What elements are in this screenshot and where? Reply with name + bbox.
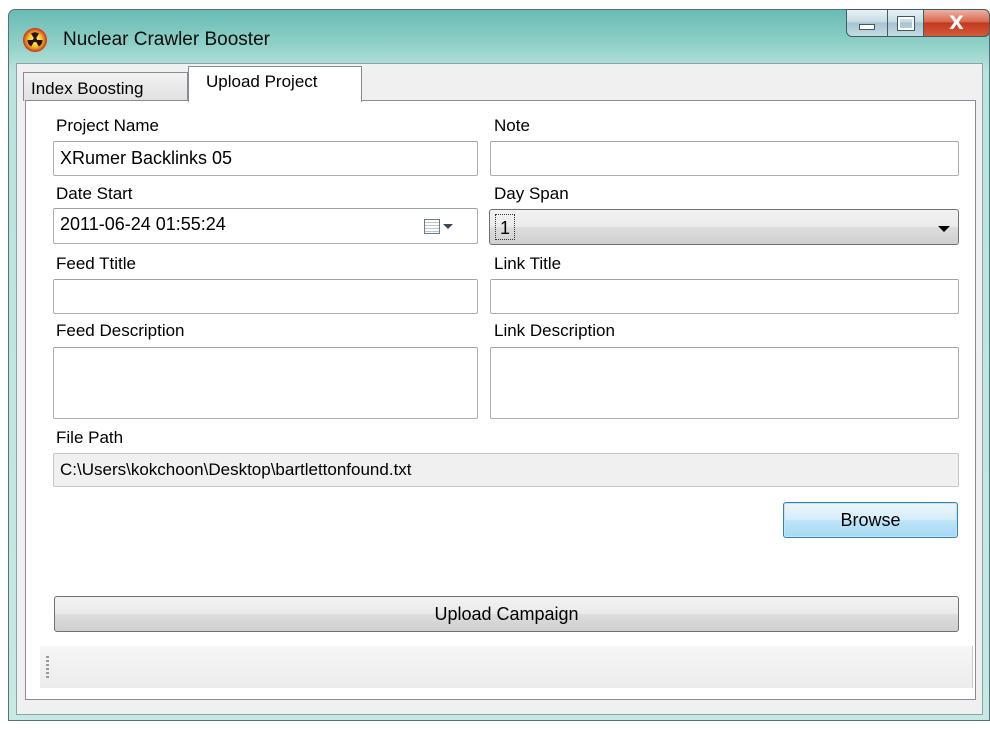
grip-handle-icon[interactable]: [46, 656, 49, 678]
project-name-label: Project Name: [56, 116, 159, 135]
day-span-value: 1: [495, 214, 515, 240]
feed-title-label: Feed Ttitle: [56, 254, 137, 273]
feed-description-label: Feed Description: [56, 321, 185, 340]
note-label: Note: [494, 116, 530, 135]
minimize-button[interactable]: [846, 9, 888, 37]
file-path-input[interactable]: C:\Users\kokchoon\Desktop\bartlettonfoun…: [53, 453, 959, 487]
link-description-label: Link Description: [494, 321, 615, 340]
maximize-button[interactable]: [888, 9, 924, 37]
desktop-edge: [0, 0, 2, 730]
link-title-input[interactable]: [490, 279, 959, 314]
chevron-down-icon[interactable]: [443, 224, 453, 229]
browse-button[interactable]: Browse: [783, 502, 958, 538]
feed-description-textarea[interactable]: [53, 347, 478, 419]
status-strip: [40, 646, 973, 688]
tab-index-boosting[interactable]: Index Boosting: [23, 72, 188, 101]
title-bar[interactable]: Nuclear Crawler Booster X: [9, 9, 990, 62]
radiation-icon: [23, 28, 47, 52]
upload-campaign-button[interactable]: Upload Campaign: [54, 596, 959, 632]
maximize-icon: [896, 15, 915, 31]
project-name-input[interactable]: XRumer Backlinks 05: [53, 141, 478, 176]
feed-title-input[interactable]: [53, 279, 478, 314]
note-input[interactable]: [490, 141, 959, 176]
date-start-label: Date Start: [56, 184, 133, 203]
link-description-textarea[interactable]: [490, 347, 959, 419]
day-span-label: Day Span: [494, 184, 569, 203]
caption-buttons: X: [846, 9, 990, 37]
close-button[interactable]: X: [924, 9, 990, 37]
tab-upload-project[interactable]: Upload Project: [188, 66, 362, 102]
link-title-label: Link Title: [494, 254, 562, 273]
day-span-select[interactable]: 1: [489, 209, 959, 245]
close-icon: X: [949, 12, 964, 34]
window-title: Nuclear Crawler Booster: [63, 29, 270, 50]
date-start-picker[interactable]: 2011-06-24 01:55:24: [53, 208, 478, 244]
calendar-icon[interactable]: [424, 219, 440, 234]
dropdown-arrow-icon: [938, 226, 950, 232]
file-path-label: File Path: [56, 428, 124, 447]
minimize-icon: [859, 24, 875, 30]
